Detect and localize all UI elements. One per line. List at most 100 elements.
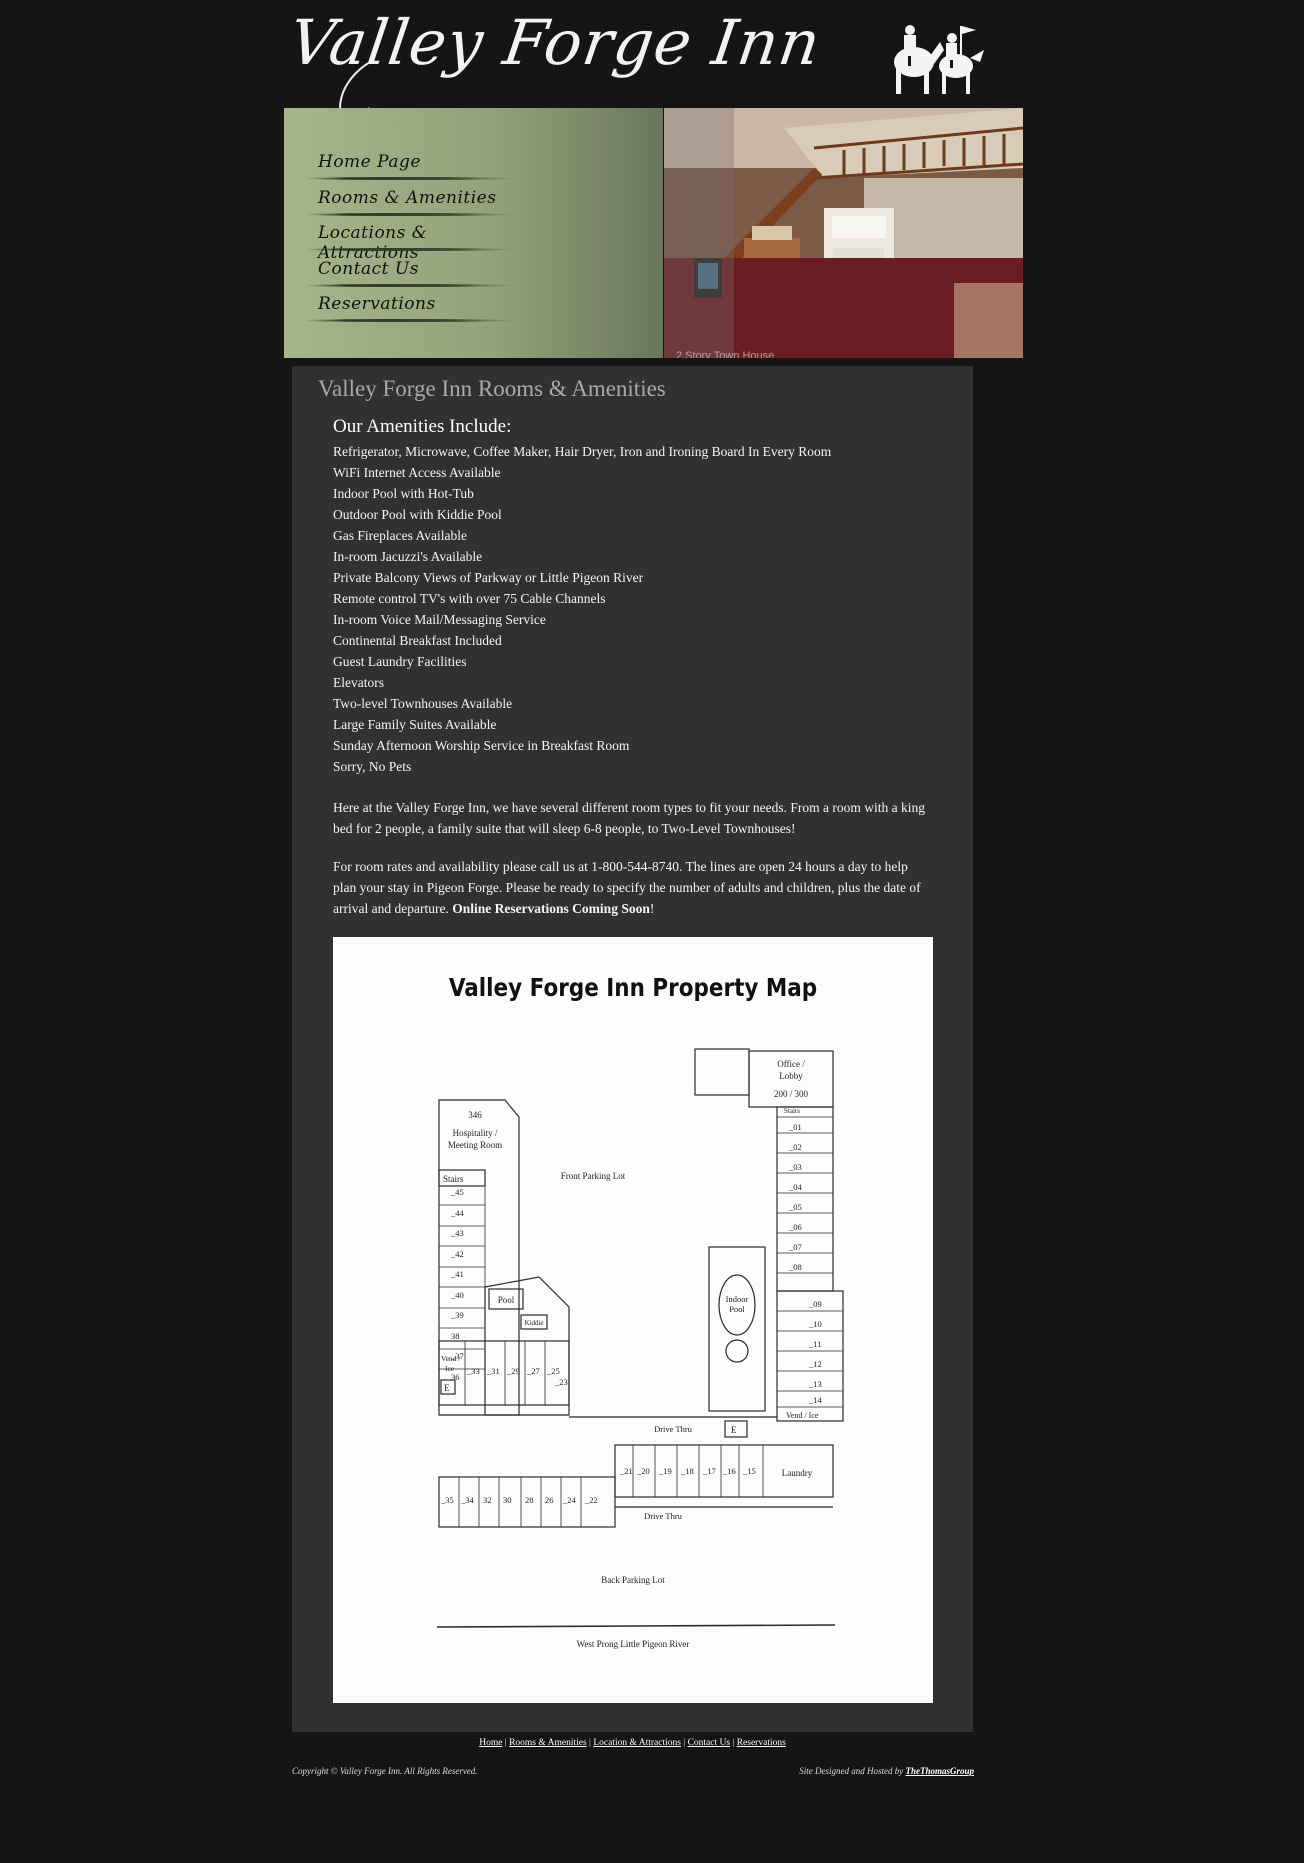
- footer-link-home[interactable]: Home: [479, 1738, 502, 1748]
- photo-caption: 2 Story Town House: [676, 350, 775, 358]
- rates-text-end: !: [649, 901, 655, 916]
- map-room: _42: [450, 1249, 464, 1259]
- map-office-rooms-label: 200 / 300: [774, 1089, 809, 1099]
- nav-contact-label: Contact Us: [318, 259, 419, 279]
- amenity-item: Sorry, No Pets: [333, 759, 412, 774]
- map-room: _40: [450, 1290, 464, 1300]
- map-back-parking-label: Back Parking Lot: [601, 1575, 665, 1585]
- map-office-label: Office /: [777, 1059, 805, 1069]
- footer-link-reservations[interactable]: Reservations: [737, 1738, 786, 1748]
- map-room: _25: [546, 1366, 560, 1376]
- footer-link-rooms[interactable]: Rooms & Amenities: [509, 1738, 587, 1748]
- map-room: _16: [722, 1466, 736, 1476]
- nav-rooms-label: Rooms & Amenities: [318, 188, 497, 208]
- map-room: _41: [450, 1269, 464, 1279]
- nav-underline: [304, 284, 514, 287]
- amenities-list: Refrigerator, Microwave, Coffee Maker, H…: [333, 441, 831, 777]
- map-lobby-label: Lobby: [779, 1071, 803, 1081]
- amenity-item: Refrigerator, Microwave, Coffee Maker, H…: [333, 444, 832, 459]
- map-ice-left-label: Ice: [445, 1364, 455, 1373]
- nav-home-label: Home Page: [318, 152, 421, 172]
- main-nav: Home Page Rooms & Amenities Locations & …: [284, 108, 663, 358]
- map-vend-right-label: Vend / Ice: [786, 1411, 819, 1420]
- townhouse-photo-image: [664, 108, 1023, 358]
- map-room: _35: [440, 1495, 454, 1505]
- nav-rooms-amenities[interactable]: Rooms & Amenities: [304, 184, 514, 216]
- map-room: _06: [788, 1222, 802, 1232]
- map-elevator-left: E: [444, 1383, 450, 1393]
- map-room: _03: [788, 1162, 802, 1172]
- credit-prefix: Site Designed and Hosted by: [799, 1766, 906, 1776]
- map-pool-label: Pool: [498, 1295, 515, 1305]
- amenity-item: Large Family Suites Available: [333, 717, 497, 732]
- amenity-item: Sunday Afternoon Worship Service in Brea…: [333, 738, 630, 753]
- map-river-label: West Prong Little Pigeon River: [577, 1639, 690, 1649]
- map-room: 26: [545, 1495, 554, 1505]
- map-stairs-right-label: Stairs: [784, 1107, 800, 1115]
- map-laundry-label: Laundry: [782, 1468, 813, 1478]
- amenity-item: Gas Fireplaces Available: [333, 528, 467, 543]
- map-elevator-right: E: [731, 1425, 737, 1435]
- footer-link-contact[interactable]: Contact Us: [688, 1738, 730, 1748]
- townhouse-photo: 2 Story Town House: [664, 108, 1023, 358]
- map-indoor-pool-label: Pool: [729, 1304, 745, 1314]
- amenity-item: In-room Voice Mail/Messaging Service: [333, 612, 546, 627]
- page-title: Valley Forge Inn Rooms & Amenities: [318, 376, 666, 401]
- map-room: _19: [658, 1466, 672, 1476]
- nav-reservations-label: Reservations: [318, 294, 436, 314]
- nav-home[interactable]: Home Page: [304, 148, 514, 180]
- map-room: _24: [562, 1495, 577, 1505]
- nav-contact-us[interactable]: Contact Us: [304, 255, 514, 287]
- map-room: _33: [466, 1366, 480, 1376]
- footer-link-locations[interactable]: Location & Attractions: [593, 1738, 681, 1748]
- map-room: _22: [584, 1495, 598, 1505]
- nav-underline: [304, 248, 514, 251]
- main-content: Valley Forge Inn Rooms & Amenities Our A…: [292, 366, 973, 1732]
- amenity-item: Guest Laundry Facilities: [333, 654, 467, 669]
- map-room: _12: [808, 1359, 822, 1369]
- nav-underline: [304, 213, 514, 216]
- footer-separator: |: [680, 1738, 688, 1748]
- amenity-item: Remote control TV's with over 75 Cable C…: [333, 591, 606, 606]
- map-room: _15: [742, 1466, 756, 1476]
- amenity-item: In-room Jacuzzi's Available: [333, 549, 483, 564]
- map-kiddie-label: Kiddie: [524, 1319, 543, 1327]
- nav-locations-attractions[interactable]: Locations & Attractions: [304, 219, 514, 263]
- map-room: _10: [808, 1319, 822, 1329]
- map-drive-thru-lower: Drive Thru: [644, 1511, 683, 1521]
- site-credit: Site Designed and Hosted by TheThomasGro…: [799, 1766, 974, 1776]
- map-room: _29: [506, 1366, 520, 1376]
- map-room: _45: [450, 1187, 464, 1197]
- room-types-paragraph: Here at the Valley Forge Inn, we have se…: [333, 800, 925, 836]
- map-room: _27: [526, 1366, 540, 1376]
- amenity-item: Outdoor Pool with Kiddie Pool: [333, 507, 502, 522]
- map-room: _43: [450, 1228, 464, 1238]
- map-room: _23: [554, 1377, 568, 1387]
- map-room: _31: [486, 1366, 500, 1376]
- map-front-parking-label: Front Parking Lot: [561, 1171, 626, 1181]
- nav-reservations[interactable]: Reservations: [304, 290, 514, 322]
- map-room: _04: [788, 1182, 803, 1192]
- amenity-item: Continental Breakfast Included: [333, 633, 502, 648]
- map-room: _39: [450, 1310, 464, 1320]
- rates-paragraph: For room rates and availability please c…: [333, 856, 933, 919]
- amenity-item: Indoor Pool with Hot-Tub: [333, 486, 474, 501]
- map-room: _34: [460, 1495, 475, 1505]
- nav-underline: [304, 177, 514, 180]
- map-room: _20: [636, 1466, 650, 1476]
- map-room: 38: [451, 1331, 460, 1341]
- map-room: _08: [788, 1262, 802, 1272]
- map-room-346: 346: [468, 1110, 482, 1120]
- map-room: _01: [788, 1122, 802, 1132]
- map-vend-left-label: Vend /: [441, 1354, 461, 1363]
- map-room: _02: [788, 1142, 802, 1152]
- property-map: Valley Forge Inn Property Map Office / L…: [333, 937, 933, 1703]
- amenities-heading: Our Amenities Include:: [333, 416, 512, 437]
- footer-nav: Home | Rooms & Amenities | Location & At…: [292, 1738, 973, 1748]
- map-room: 28: [525, 1495, 534, 1505]
- credit-link[interactable]: TheThomasGroup: [905, 1766, 974, 1776]
- horse-rider-logo-icon: [894, 25, 984, 94]
- map-stairs-left-label: Stairs: [443, 1174, 464, 1184]
- amenity-item: Private Balcony Views of Parkway or Litt…: [333, 570, 644, 585]
- map-hospitality-label: Hospitality /: [453, 1128, 498, 1138]
